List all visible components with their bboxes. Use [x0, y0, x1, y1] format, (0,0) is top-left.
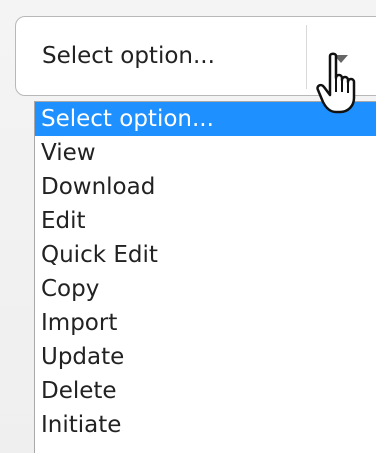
- option-delete[interactable]: Delete: [35, 374, 376, 408]
- option-view[interactable]: View: [35, 136, 376, 170]
- hand-pointer-icon: [316, 52, 356, 114]
- option-initiate[interactable]: Initiate: [35, 408, 376, 442]
- option-import[interactable]: Import: [35, 306, 376, 340]
- option-copy[interactable]: Copy: [35, 272, 376, 306]
- option-edit[interactable]: Edit: [35, 204, 376, 238]
- page: Select option... Select option... View D…: [0, 0, 376, 453]
- option-download[interactable]: Download: [35, 170, 376, 204]
- dropdown-list[interactable]: Select option... View Download Edit Quic…: [34, 101, 376, 453]
- select-divider: [306, 25, 307, 89]
- select-current-value: Select option...: [42, 43, 215, 69]
- option-update[interactable]: Update: [35, 340, 376, 374]
- option-quick-edit[interactable]: Quick Edit: [35, 238, 376, 272]
